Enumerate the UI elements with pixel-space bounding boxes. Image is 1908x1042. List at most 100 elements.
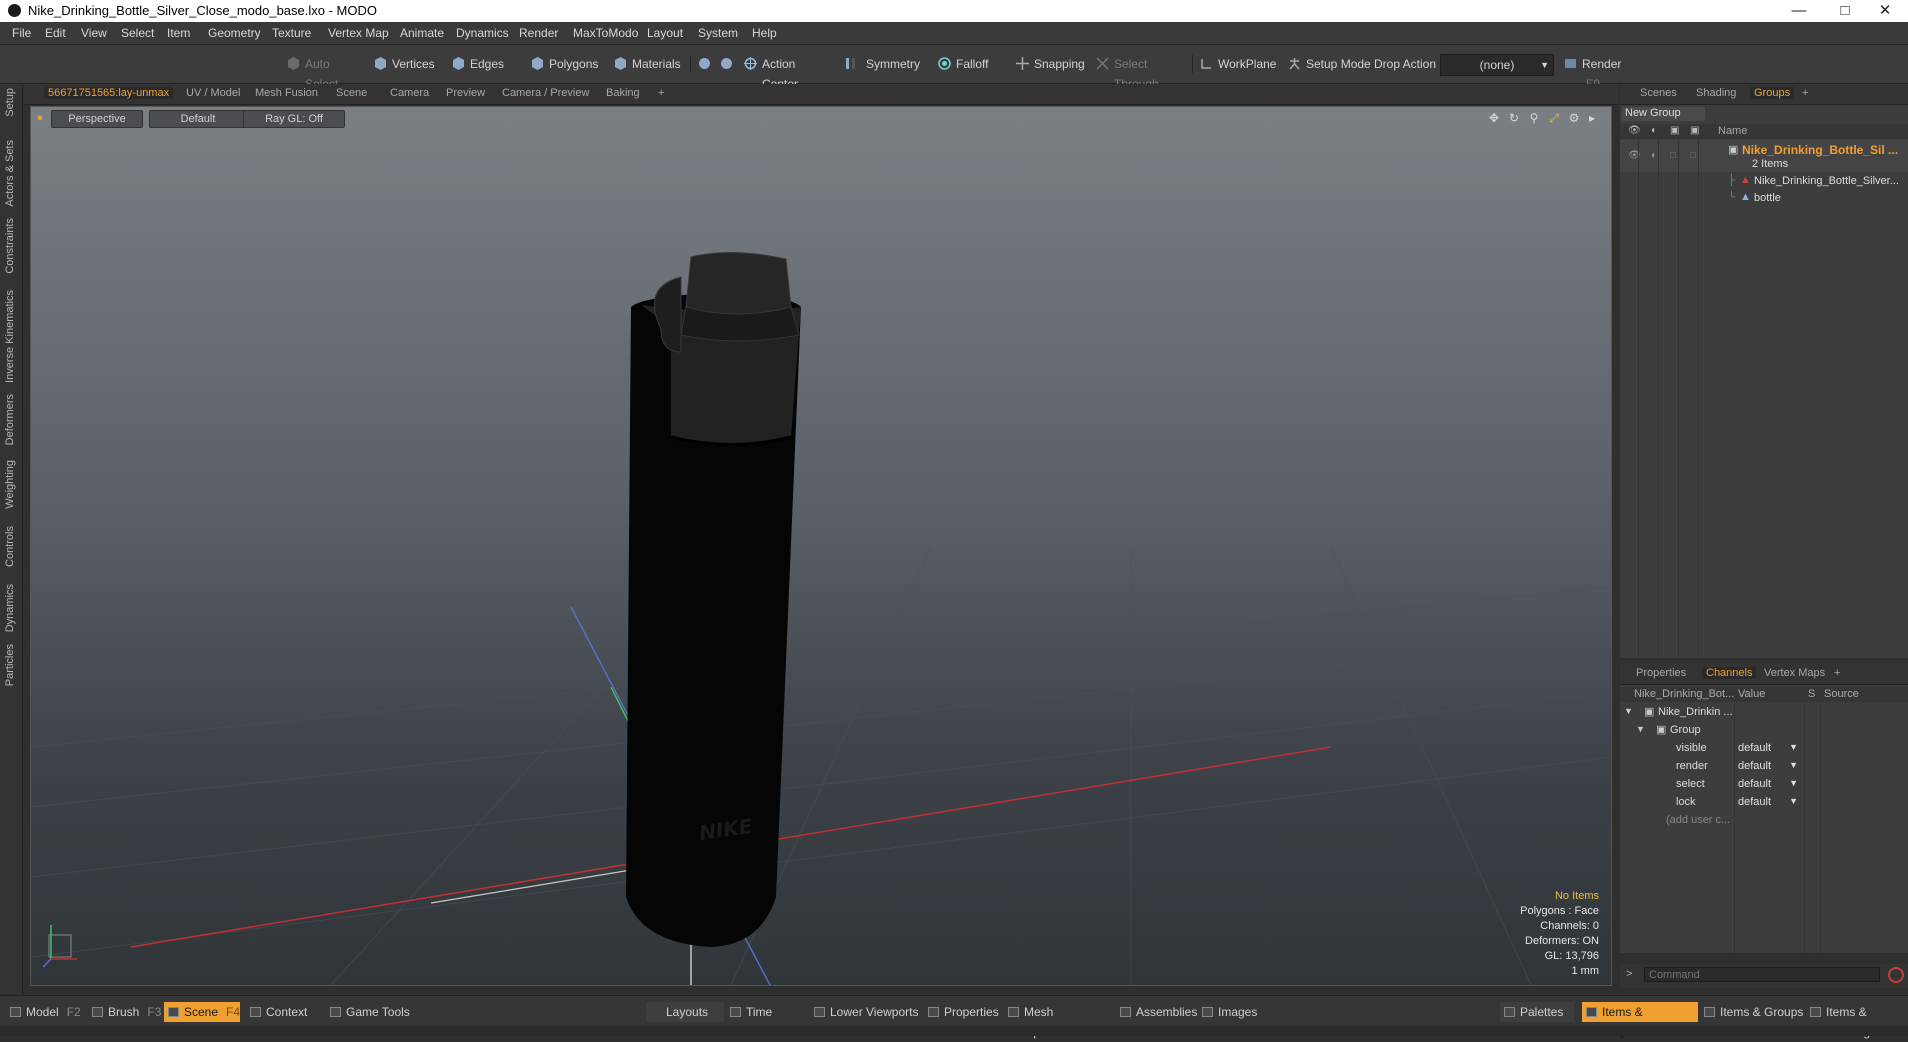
edges-button[interactable]: Edges <box>448 54 506 74</box>
setup-mode-button[interactable]: Setup Mode <box>1284 54 1372 74</box>
materials-button[interactable]: Materials <box>610 54 682 74</box>
child-item-name[interactable]: bottle <box>1754 192 1781 204</box>
menu-maxtomodo[interactable]: MaxToModo <box>573 26 638 40</box>
group-name[interactable]: Nike_Drinking_Bottle_Sil ... <box>1742 143 1898 157</box>
vtab-constraints[interactable]: Constraints <box>4 218 16 274</box>
tab-preview[interactable]: Preview <box>446 87 485 99</box>
menu-render[interactable]: Render <box>519 26 558 40</box>
minimize-button[interactable]: — <box>1776 0 1822 22</box>
menu-vertex-map[interactable]: Vertex Map <box>328 26 389 40</box>
workplane-button[interactable]: WorkPlane <box>1196 54 1278 74</box>
items-properties-button[interactable]: Items & Properties <box>1582 1002 1698 1039</box>
time-button[interactable]: Time <box>726 1002 804 1022</box>
menu-layout[interactable]: Layout <box>647 26 683 40</box>
shield-toggle-2[interactable] <box>716 54 738 74</box>
shield-toggle-1[interactable] <box>694 54 716 74</box>
channel-value-dropdown[interactable]: default ▼ <box>1738 742 1800 756</box>
menu-texture[interactable]: Texture <box>272 26 311 40</box>
menu-dynamics[interactable]: Dynamics <box>456 26 509 40</box>
group-row[interactable]: 👁 ◖ □ □ ▣ Nike_Drinking_Bottle_Sil ... 2… <box>1620 140 1908 172</box>
properties-button[interactable]: Properties <box>924 1002 1004 1022</box>
channel-tree-row[interactable]: ▼ ▣ Group <box>1620 723 1908 739</box>
add-tab-button[interactable]: + <box>1834 667 1840 679</box>
expand-arrow-icon[interactable]: ▼ <box>1636 724 1645 734</box>
mesh-operations-button[interactable]: Mesh Operations <box>1004 1002 1114 1039</box>
menu-item[interactable]: Item <box>167 26 190 40</box>
symmetry-button[interactable]: Symmetry <box>840 54 920 74</box>
action-center-button[interactable]: Action Center <box>740 54 834 91</box>
add-user-channel-row[interactable]: (add user c... <box>1620 813 1908 829</box>
vtab-particles[interactable]: Particles <box>4 644 16 686</box>
select-toggle-icon[interactable]: ▣ <box>1690 125 1699 136</box>
lower-viewports-button[interactable]: Lower Viewports <box>810 1002 922 1022</box>
menu-edit[interactable]: Edit <box>45 26 66 40</box>
group-child-row[interactable]: └ ▲ bottle <box>1620 190 1908 207</box>
tab-channels[interactable]: Channels <box>1702 667 1757 679</box>
add-tab-button[interactable]: + <box>658 87 664 99</box>
vtab-controls[interactable]: Controls <box>4 526 16 567</box>
add-tab-button[interactable]: + <box>1802 87 1808 99</box>
menu-view[interactable]: View <box>81 26 107 40</box>
channel-value-dropdown[interactable]: default ▼ <box>1738 796 1800 810</box>
channel-tree-row[interactable]: ▼ ▣ Nike_Drinkin ... <box>1620 705 1908 721</box>
add-user-channel-label[interactable]: (add user c... <box>1666 814 1730 826</box>
layout-model-button[interactable]: Model F2 <box>6 1002 86 1022</box>
vtab-actors-sets[interactable]: Actors & Sets <box>4 140 16 207</box>
channel-row[interactable]: visible default ▼ <box>1620 741 1908 757</box>
tab-properties[interactable]: Properties <box>1636 667 1686 679</box>
group-child-row[interactable]: ├ ▲ Nike_Drinking_Bottle_Silver... <box>1620 173 1908 190</box>
tab-uv-model[interactable]: UV / Model <box>186 87 240 99</box>
falloff-button[interactable]: Falloff <box>934 54 1004 74</box>
menu-select[interactable]: Select <box>121 26 154 40</box>
menu-geometry[interactable]: Geometry <box>208 26 261 40</box>
menu-system[interactable]: System <box>698 26 738 40</box>
drop-action-select[interactable]: (none) ▼ <box>1440 54 1554 76</box>
render-toggle-icon[interactable]: ◖ <box>1650 125 1656 136</box>
expand-arrow-icon[interactable]: ▼ <box>1624 706 1633 716</box>
render-button[interactable]: Render F9 <box>1560 54 1640 91</box>
vtab-dynamics[interactable]: Dynamics <box>4 584 16 632</box>
layout-scene-button[interactable]: Scene F4 <box>164 1002 240 1022</box>
eye-icon[interactable]: 👁 <box>1628 125 1641 136</box>
channel-row[interactable]: lock default ▼ <box>1620 795 1908 811</box>
child-item-name[interactable]: Nike_Drinking_Bottle_Silver... <box>1754 175 1899 187</box>
tab-mesh-fusion[interactable]: Mesh Fusion <box>255 87 318 99</box>
menu-file[interactable]: File <box>12 26 31 40</box>
polygons-button[interactable]: Polygons <box>527 54 599 74</box>
tab-layout-unmax[interactable]: 56671751565:lay-unmax <box>44 87 174 99</box>
tab-groups[interactable]: Groups <box>1750 87 1795 99</box>
close-button[interactable]: ✕ <box>1862 0 1908 22</box>
menu-animate[interactable]: Animate <box>400 26 444 40</box>
layout-context-button[interactable]: Context <box>246 1002 316 1022</box>
vertices-button[interactable]: Vertices <box>370 54 435 74</box>
assemblies-button[interactable]: Assemblies <box>1116 1002 1198 1022</box>
vtab-weighting[interactable]: Weighting <box>4 460 16 509</box>
layout-brush-button[interactable]: Brush F3 <box>88 1002 164 1022</box>
lock-checkbox[interactable]: □ <box>1670 150 1676 161</box>
render-toggle-icon[interactable]: ◖ <box>1650 150 1656 161</box>
snapping-button[interactable]: Snapping <box>1012 54 1092 74</box>
items-shading-button[interactable]: Items & Shading <box>1806 1002 1908 1039</box>
select-checkbox[interactable]: □ <box>1690 150 1696 161</box>
channel-value-dropdown[interactable]: default ▼ <box>1738 778 1800 792</box>
layout-game-tools-button[interactable]: Game Tools <box>326 1002 416 1022</box>
channel-value-dropdown[interactable]: default ▼ <box>1738 760 1800 774</box>
new-group-button[interactable]: New Group <box>1622 107 1705 121</box>
record-icon[interactable] <box>1888 967 1904 983</box>
3d-viewport[interactable]: ● Perspective Default Ray GL: Off ✥ ↻ ⚲ … <box>30 106 1612 986</box>
tab-baking[interactable]: Baking <box>606 87 640 99</box>
tab-shading[interactable]: Shading <box>1696 87 1736 99</box>
palettes-button[interactable]: Palettes <box>1500 1002 1574 1022</box>
vtab-inverse-kinematics[interactable]: Inverse Kinematics <box>4 290 16 383</box>
tab-vertex-maps[interactable]: Vertex Maps <box>1764 667 1825 679</box>
items-groups-button[interactable]: Items & Groups <box>1700 1002 1804 1022</box>
tab-camera[interactable]: Camera <box>390 87 429 99</box>
tab-scenes[interactable]: Scenes <box>1640 87 1677 99</box>
auto-select-button[interactable]: Auto Select <box>283 54 363 91</box>
vtab-deformers[interactable]: Deformers <box>4 394 16 445</box>
layouts-button[interactable]: Layouts <box>646 1002 724 1022</box>
channel-row[interactable]: select default ▼ <box>1620 777 1908 793</box>
images-button[interactable]: Images <box>1198 1002 1274 1022</box>
channel-row[interactable]: render default ▼ <box>1620 759 1908 775</box>
vtab-setup[interactable]: Setup <box>4 88 16 117</box>
